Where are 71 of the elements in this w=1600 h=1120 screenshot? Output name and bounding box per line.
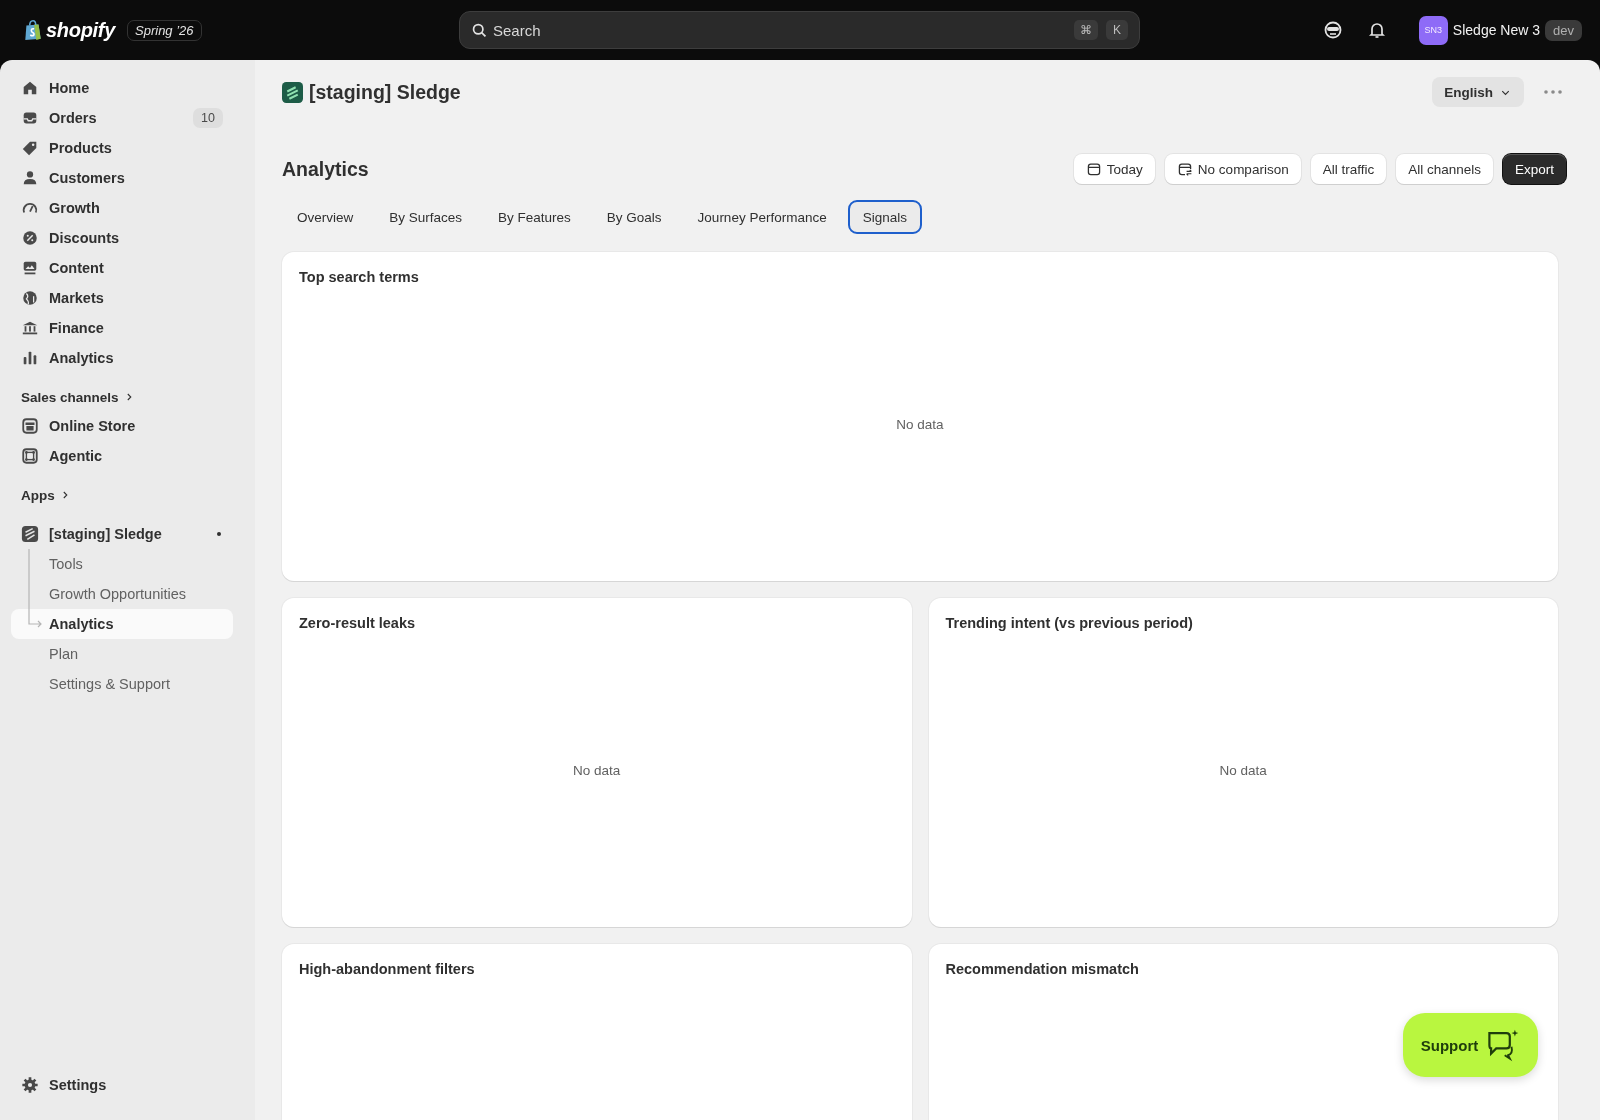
- store-name[interactable]: Sledge New 3: [1452, 22, 1541, 38]
- tag-icon: [21, 139, 39, 157]
- app-title: [staging] Sledge: [309, 80, 461, 104]
- app-nav-item[interactable]: [staging] Sledge: [11, 519, 233, 549]
- calendar-icon: [1085, 161, 1102, 177]
- shortcut-key: K: [1106, 20, 1128, 40]
- subnav-item[interactable]: Analytics: [11, 609, 233, 639]
- calendar-compare-icon: [1176, 161, 1193, 177]
- tab[interactable]: Overview: [282, 200, 369, 234]
- tab[interactable]: Signals: [847, 200, 922, 234]
- nav-item[interactable]: Agentic: [11, 441, 233, 471]
- app-logo-icon: [21, 525, 39, 543]
- count-badge: 10: [193, 108, 223, 128]
- nav-item[interactable]: Home: [11, 73, 233, 103]
- nav-item[interactable]: Discounts: [11, 223, 233, 253]
- nav-item[interactable]: Settings: [11, 1070, 233, 1100]
- nav-item[interactable]: Growth: [11, 193, 233, 223]
- environment-badge: dev: [1545, 19, 1582, 41]
- ellipsis-icon: [1544, 90, 1562, 94]
- edition-badge: Spring ’26: [127, 19, 202, 41]
- nav-item[interactable]: Online Store: [11, 411, 233, 441]
- dot-icon: [217, 532, 221, 536]
- section-link[interactable]: Apps: [11, 481, 233, 509]
- card-title: High-abandonment filters: [299, 961, 476, 977]
- filter-button[interactable]: All traffic: [1310, 154, 1387, 184]
- search-icon: [471, 22, 488, 39]
- app-logo-icon: [282, 81, 303, 103]
- nav-item[interactable]: Customers: [11, 163, 233, 193]
- store-icon: [21, 417, 39, 435]
- home-icon: [21, 79, 39, 97]
- tab[interactable]: By Surfaces: [374, 200, 478, 234]
- shopify-logo[interactable]: shopify: [46, 18, 115, 42]
- face-icon[interactable]: [1322, 20, 1343, 40]
- export-button[interactable]: Export: [1502, 154, 1566, 184]
- language-dropdown[interactable]: English: [1432, 77, 1524, 107]
- subnav-item[interactable]: Growth Opportunities: [11, 579, 233, 609]
- card-title: Zero-result leaks: [299, 615, 417, 631]
- empty-state-text: No data: [1219, 763, 1267, 778]
- card-title: Top search terms: [299, 269, 420, 285]
- tab[interactable]: By Goals: [591, 200, 677, 234]
- empty-state-text: No data: [896, 417, 944, 432]
- card-title: Recommendation mismatch: [945, 961, 1140, 977]
- nav-item[interactable]: Content: [11, 253, 233, 283]
- shopping-bag-icon: [22, 18, 44, 42]
- nav-item[interactable]: Finance: [11, 313, 233, 343]
- person-icon: [21, 169, 39, 187]
- subnav-item[interactable]: Plan: [11, 639, 233, 669]
- card-title: Trending intent (vs previous period): [945, 615, 1194, 631]
- empty-state-text: No data: [573, 763, 621, 778]
- nav-item[interactable]: Markets: [11, 283, 233, 313]
- globe-icon: [21, 289, 39, 307]
- filter-button[interactable]: No comparison: [1164, 154, 1301, 184]
- subnav-item[interactable]: Tools: [11, 549, 233, 579]
- nav-item[interactable]: Products: [11, 133, 233, 163]
- tab[interactable]: Journey Performance: [682, 200, 842, 234]
- settings-icon: [21, 1076, 39, 1094]
- discount-icon: [21, 229, 39, 247]
- page-title: Analytics: [282, 157, 369, 181]
- notification-bell-icon[interactable]: [1366, 20, 1387, 40]
- bank-icon: [21, 319, 39, 337]
- image-icon: [21, 259, 39, 277]
- subnav-item[interactable]: Settings & Support: [11, 669, 233, 699]
- filter-button[interactable]: All channels: [1396, 154, 1493, 184]
- shortcut-key: ⌘: [1074, 20, 1098, 40]
- section-link[interactable]: Sales channels: [11, 383, 233, 411]
- filter-button[interactable]: Today: [1073, 154, 1155, 184]
- tab[interactable]: By Features: [483, 200, 586, 234]
- nav-item[interactable]: Analytics: [11, 343, 233, 373]
- nav-item[interactable]: Orders 10: [11, 103, 233, 133]
- bar-chart-icon: [21, 349, 39, 367]
- support-button[interactable]: Support: [1403, 1013, 1538, 1077]
